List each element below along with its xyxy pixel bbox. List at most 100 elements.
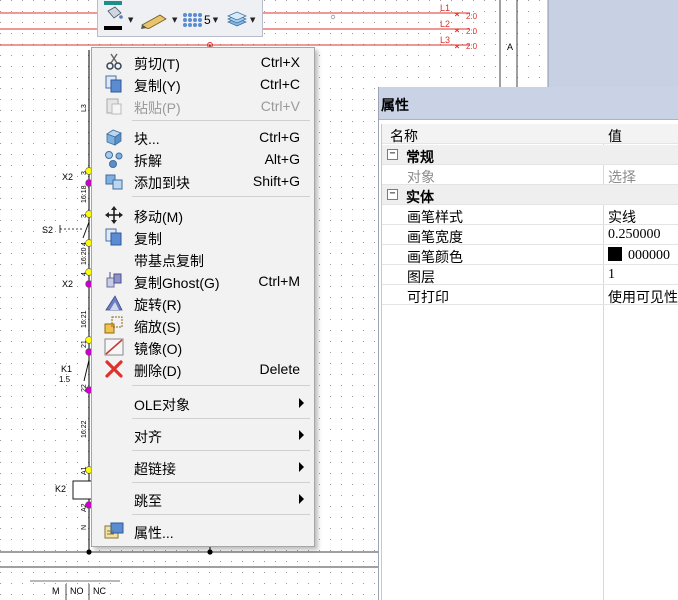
property-value[interactable]: 使用可见性: [608, 287, 678, 307]
mirror-icon: [103, 338, 125, 356]
copy-icon: [103, 228, 125, 246]
fill-bucket-icon: [104, 1, 123, 30]
property-row[interactable]: 可打印 使用可见性: [382, 285, 678, 307]
category-entity[interactable]: − 实体: [382, 185, 678, 205]
menu-item-block[interactable]: 块... Ctrl+G: [94, 126, 312, 148]
menu-item-copy[interactable]: 复制(Y) Ctrl+C: [94, 73, 312, 95]
menu-item-cut[interactable]: 剪切(T) Ctrl+X: [94, 51, 312, 73]
scissors-icon: [103, 53, 125, 71]
menu-item-label: 跳至: [134, 493, 162, 509]
menu-item-copy-object[interactable]: 复制: [94, 226, 312, 248]
menu-separator: [132, 514, 310, 515]
menu-separator: [132, 450, 310, 451]
category-general[interactable]: − 常规: [382, 145, 678, 165]
column-header-name[interactable]: 名称: [390, 126, 418, 146]
color-swatch[interactable]: [608, 247, 622, 261]
pin-label: 16:22: [81, 420, 88, 438]
menu-item-label: 复制(Y): [134, 78, 181, 94]
context-menu: 剪切(T) Ctrl+X 复制(Y) Ctrl+C 粘贴(P) Ctrl+V 块…: [91, 47, 315, 547]
component-label: S2: [42, 225, 53, 235]
menu-item-hyperlink[interactable]: 超链接: [94, 456, 312, 478]
property-row[interactable]: 画笔宽度 0.250000: [382, 225, 678, 246]
property-row[interactable]: 画笔样式 实线: [382, 205, 678, 227]
property-grid-header: 名称 值: [382, 124, 678, 144]
property-name: 画笔颜色: [407, 251, 463, 266]
menu-item-copy-with-base-point[interactable]: 带基点复制: [94, 248, 312, 270]
phase-label-l1: L1: [440, 3, 450, 13]
pencil-color-button[interactable]: ▼: [140, 10, 177, 30]
menu-item-properties[interactable]: 属性...: [94, 520, 312, 542]
menu-item-label: 剪切(T): [134, 56, 180, 72]
chevron-down-icon[interactable]: ▼: [213, 16, 218, 24]
menu-item-label: 属性...: [134, 525, 174, 541]
menu-item-explode[interactable]: 拆解 Alt+G: [94, 148, 312, 170]
line-width-button[interactable]: 5 ▼: [182, 10, 218, 30]
chevron-down-icon[interactable]: ▼: [172, 16, 177, 24]
phase-value-l1: 2:0: [466, 12, 478, 21]
menu-item-copy-ghost[interactable]: 复制Ghost(G) Ctrl+M: [94, 270, 312, 292]
pin-label: N: [81, 525, 88, 530]
menu-item-shortcut: Delete: [259, 361, 300, 377]
pin-label: 4: [81, 272, 88, 276]
menu-item-delete[interactable]: 删除(D) Delete: [94, 358, 312, 380]
property-row[interactable]: 对象 选择: [382, 165, 678, 186]
explode-icon: [103, 150, 125, 168]
menu-item-label: 添加到块: [134, 175, 190, 191]
menu-item-jump-to[interactable]: 跳至: [94, 488, 312, 510]
menu-separator: [132, 385, 310, 386]
menu-item-shortcut: Ctrl+X: [260, 54, 300, 70]
collapse-icon[interactable]: −: [387, 149, 398, 160]
column-header-value[interactable]: 值: [608, 126, 622, 146]
property-value[interactable]: 1: [608, 267, 615, 283]
property-value[interactable]: 0.250000: [608, 227, 661, 243]
pin-label: 3: [81, 214, 88, 218]
menu-item-scale[interactable]: 缩放(S): [94, 314, 312, 336]
property-name: 画笔宽度: [407, 231, 463, 246]
menu-item-paste[interactable]: 粘贴(P) Ctrl+V: [94, 95, 312, 117]
property-row[interactable]: 图层 1: [382, 265, 678, 286]
fill-color-button[interactable]: ▼: [102, 1, 133, 30]
collapse-icon[interactable]: −: [387, 189, 398, 200]
menu-item-mirror[interactable]: 镜像(O): [94, 336, 312, 358]
workspace-background: [548, 0, 678, 87]
ghost-copy-icon: [103, 272, 125, 290]
menu-item-add-to-block[interactable]: 添加到块 Shift+G: [94, 170, 312, 192]
move-icon: [103, 206, 125, 224]
menu-item-rotate[interactable]: 旋转(R): [94, 292, 312, 314]
menu-item-label: OLE对象: [134, 397, 191, 413]
properties-panel-title: 属性: [381, 97, 409, 113]
dot-grid-icon: [183, 13, 202, 27]
menu-item-label: 镜像(O): [134, 341, 183, 357]
property-value-color[interactable]: 000000: [608, 247, 670, 264]
menu-separator: [132, 482, 310, 483]
menu-item-align[interactable]: 对齐: [94, 424, 312, 446]
property-row[interactable]: 画笔颜色 000000: [382, 245, 678, 266]
pin-label: 16:18: [81, 185, 88, 203]
component-label: X2: [62, 279, 73, 289]
chevron-down-icon[interactable]: ▼: [128, 16, 133, 24]
copy-icon: [103, 75, 125, 93]
pin-label: 16:21: [81, 310, 88, 328]
phase-label-l3: L3: [440, 35, 450, 45]
layer-button[interactable]: ▼: [226, 10, 255, 30]
property-name: 对象: [407, 171, 435, 186]
phase-label-l2: L2: [440, 19, 450, 29]
menu-item-label: 超链接: [134, 461, 176, 477]
submenu-arrow-icon: [299, 430, 304, 440]
menu-separator: [132, 418, 310, 419]
layers-icon: [227, 11, 247, 27]
menu-item-label: 移动(M): [134, 209, 183, 225]
menu-item-ole-object[interactable]: OLE对象: [94, 392, 312, 414]
properties-panel-header[interactable]: 属性: [379, 87, 678, 120]
svg-text:M: M: [52, 586, 60, 596]
delete-icon: [103, 360, 125, 378]
menu-separator: [132, 196, 310, 197]
pencil-icon: [141, 14, 167, 29]
category-label: 实体: [406, 189, 434, 205]
menu-item-shortcut: Ctrl+G: [259, 129, 300, 145]
menu-item-move[interactable]: 移动(M): [94, 204, 312, 226]
menu-item-label: 删除(D): [134, 363, 182, 379]
chevron-down-icon[interactable]: ▼: [250, 16, 255, 24]
property-value[interactable]: 实线: [608, 207, 636, 227]
phase-value-l2: 2:0: [466, 27, 478, 36]
